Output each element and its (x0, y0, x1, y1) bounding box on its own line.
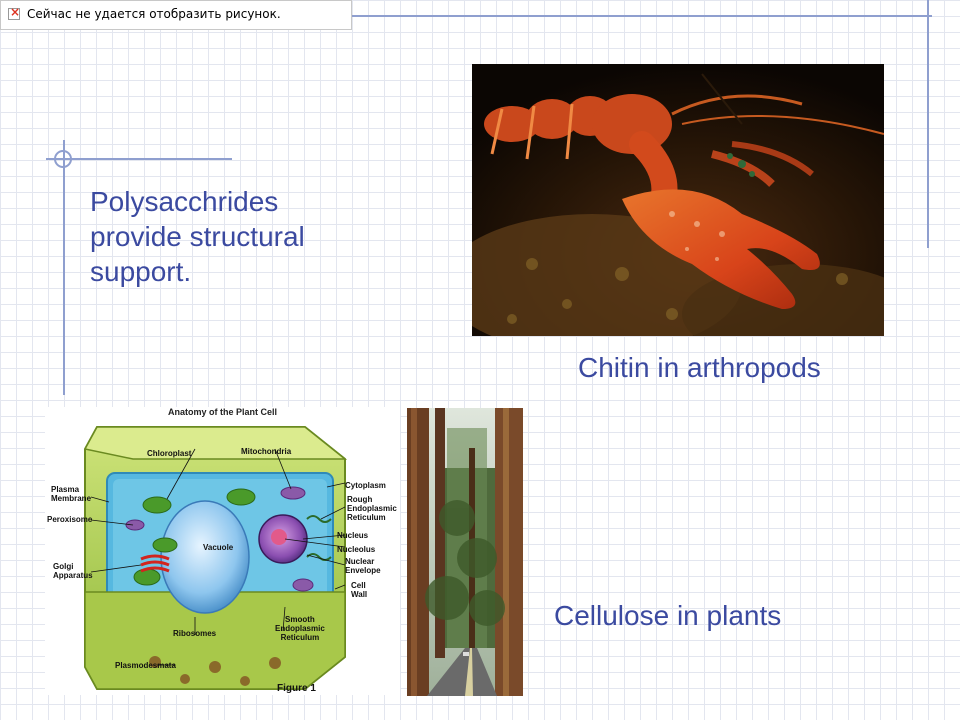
label-cytoplasm: Cytoplasm (345, 481, 386, 490)
plant-cell-diagram: Anatomy of the Plant Cell Chloroplast Mi… (45, 407, 400, 695)
figure-label: Figure 1 (277, 683, 316, 694)
decorative-top-line (352, 15, 932, 17)
slide-title: Polysacchrides provide structural suppor… (90, 186, 305, 287)
decorative-right-line (927, 0, 929, 248)
label-plasmodesmata: Plasmodesmata (115, 661, 176, 670)
label-nucleolus: Nucleolus (337, 545, 376, 554)
label-peroxisome: Peroxisome (47, 515, 93, 524)
label-nucleus: Nucleus (337, 531, 369, 540)
label-plasma-membrane: Plasma Membrane (51, 485, 92, 503)
label-chloroplast: Chloroplast (147, 449, 192, 458)
broken-image-icon (8, 5, 20, 20)
label-golgi: Golgi Apparatus (53, 562, 93, 580)
caption-chitin: Chitin in arthropods (578, 352, 821, 383)
label-cell-wall: Cell Wall (351, 581, 368, 599)
label-smooth-er: Smooth Endoplasmic Reticulum (275, 615, 325, 642)
label-ribosomes: Ribosomes (173, 629, 217, 638)
label-mitochondria: Mitochondria (241, 447, 292, 456)
decorative-circle (54, 150, 72, 168)
label-rough-er: Rough Endoplasmic Reticulum (347, 495, 397, 522)
label-vacuole: Vacuole (203, 543, 234, 552)
decorative-vertical-line (63, 140, 65, 395)
decorative-horizontal-line (46, 158, 232, 160)
broken-image-text: Сейчас не удается отобразить рисунок. (27, 7, 281, 21)
forest-photo (407, 408, 523, 696)
label-nuclear-envelope: Nuclear Envelope (345, 557, 381, 575)
lobster-photo (472, 64, 884, 336)
caption-cellulose: Cellulose in plants (554, 600, 782, 631)
broken-image-placeholder: Сейчас не удается отобразить рисунок. (0, 0, 352, 30)
